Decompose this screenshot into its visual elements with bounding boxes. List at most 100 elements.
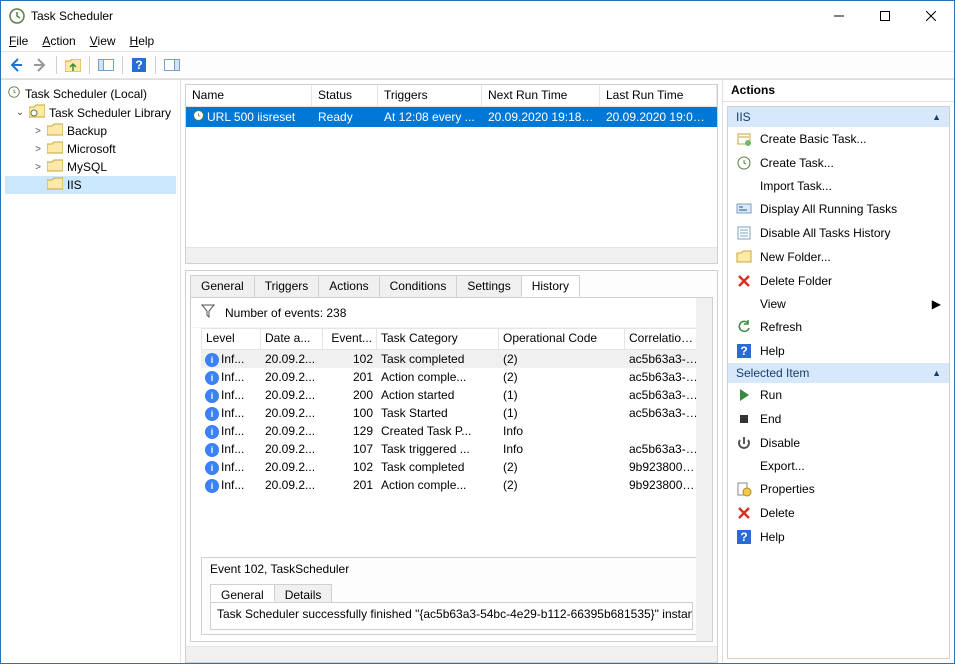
action-create-basic-task[interactable]: Create Basic Task... (728, 127, 949, 151)
vertical-scrollbar[interactable] (696, 298, 712, 641)
navigation-tree[interactable]: Task Scheduler (Local) ⌄ Task Scheduler … (1, 80, 181, 663)
tree-item-iis[interactable]: IIS (5, 176, 176, 194)
hcol-opcode[interactable]: Operational Code (499, 328, 625, 350)
history-row[interactable]: iInf... 20.09.2... 200 Action started (1… (201, 386, 702, 404)
action-label: Create Basic Task... (760, 132, 867, 146)
chevron-up-icon[interactable]: ▲ (932, 368, 941, 378)
menu-view[interactable]: View (90, 34, 116, 48)
show-hide-console-tree-button[interactable] (95, 54, 117, 76)
menu-help[interactable]: Help (130, 34, 155, 48)
help-button[interactable]: ? (128, 54, 150, 76)
menu-file[interactable]: File (9, 34, 28, 48)
hcol-event[interactable]: Event... (323, 328, 377, 350)
close-button[interactable] (908, 1, 954, 31)
col-status[interactable]: Status (312, 85, 378, 106)
filter-icon[interactable] (201, 304, 215, 321)
svg-text:?: ? (135, 58, 142, 72)
chevron-down-icon[interactable]: ⌄ (15, 107, 25, 118)
tab-triggers[interactable]: Triggers (254, 275, 320, 297)
tab-general[interactable]: General (190, 275, 255, 297)
task-row[interactable]: URL 500 iisreset Ready At 12:08 every ..… (186, 107, 717, 127)
event-tab-general[interactable]: General (210, 584, 275, 602)
tab-history[interactable]: History (521, 275, 580, 297)
action-label: Export... (760, 459, 805, 473)
menu-action[interactable]: Action (42, 34, 75, 48)
hcol-corr[interactable]: Correlation Id (625, 328, 702, 350)
action-disable-all-tasks-history[interactable]: Disable All Tasks History (728, 221, 949, 245)
history-row[interactable]: iInf... 20.09.2... 129 Created Task P...… (201, 422, 702, 440)
col-name[interactable]: Name (186, 85, 312, 106)
action-delete[interactable]: Delete (728, 501, 949, 525)
tree-item-microsoft[interactable]: > Microsoft (5, 140, 176, 158)
task-list[interactable]: Name Status Triggers Next Run Time Last … (185, 84, 718, 264)
action-delete-folder[interactable]: Delete Folder (728, 269, 949, 293)
action-import-task[interactable]: Import Task... (728, 175, 949, 197)
folder-icon (47, 141, 63, 157)
chevron-right-icon[interactable]: > (33, 126, 43, 137)
history-row[interactable]: iInf... 20.09.2... 100 Task Started (1) … (201, 404, 702, 422)
tab-actions[interactable]: Actions (318, 275, 379, 297)
event-tab-details[interactable]: Details (274, 584, 333, 602)
hcol-level[interactable]: Level (201, 328, 261, 350)
tree-item-backup[interactable]: > Backup (5, 122, 176, 140)
info-icon: i (205, 389, 219, 403)
history-row[interactable]: iInf... 20.09.2... 107 Task triggered ..… (201, 440, 702, 458)
tab-settings[interactable]: Settings (456, 275, 521, 297)
history-row[interactable]: iInf... 20.09.2... 102 Task completed (2… (201, 458, 702, 476)
tab-conditions[interactable]: Conditions (379, 275, 458, 297)
tree-item-mysql[interactable]: > MySQL (5, 158, 176, 176)
events-count: Number of events: 238 (225, 306, 346, 320)
action-icon (736, 505, 752, 521)
chevron-right-icon[interactable]: > (33, 144, 43, 155)
history-row[interactable]: iInf... 20.09.2... 102 Task completed (2… (201, 350, 702, 368)
actions-title: Actions (723, 80, 954, 102)
chevron-up-icon[interactable]: ▲ (932, 112, 941, 122)
horizontal-scrollbar[interactable] (186, 247, 717, 263)
action-help[interactable]: ? Help (728, 525, 949, 549)
maximize-button[interactable] (862, 1, 908, 31)
history-grid[interactable]: Level Date a... Event... Task Category O… (201, 328, 702, 551)
action-new-folder[interactable]: New Folder... (728, 245, 949, 269)
col-last[interactable]: Last Run Time (600, 85, 717, 106)
chevron-right-icon[interactable]: > (33, 162, 43, 173)
action-icon (736, 411, 752, 427)
folder-icon (47, 123, 63, 139)
tree-root-label: Task Scheduler (Local) (25, 87, 147, 101)
svg-text:?: ? (740, 344, 747, 358)
back-button[interactable] (5, 54, 27, 76)
forward-button[interactable] (29, 54, 51, 76)
action-disable[interactable]: Disable (728, 431, 949, 455)
action-help[interactable]: ? Help (728, 339, 949, 363)
tree-library[interactable]: ⌄ Task Scheduler Library (5, 103, 176, 122)
action-display-all-running-tasks[interactable]: Display All Running Tasks (728, 197, 949, 221)
detail-horizontal-scrollbar[interactable] (186, 646, 717, 662)
info-icon: i (205, 371, 219, 385)
action-run[interactable]: Run (728, 383, 949, 407)
actions-group-context[interactable]: IIS ▲ (728, 107, 949, 127)
show-hide-action-pane-button[interactable] (161, 54, 183, 76)
folder-icon (47, 177, 63, 193)
action-label: Properties (760, 482, 815, 496)
actions-group-context-label: IIS (736, 110, 751, 124)
col-triggers[interactable]: Triggers (378, 85, 482, 106)
history-row[interactable]: iInf... 20.09.2... 201 Action comple... … (201, 368, 702, 386)
action-refresh[interactable]: Refresh (728, 315, 949, 339)
action-label: New Folder... (760, 250, 831, 264)
tree-root[interactable]: Task Scheduler (Local) (5, 84, 176, 103)
actions-group-selected-label: Selected Item (736, 366, 809, 380)
minimize-button[interactable] (816, 1, 862, 31)
action-export[interactable]: Export... (728, 455, 949, 477)
hcol-category[interactable]: Task Category (377, 328, 499, 350)
window-title: Task Scheduler (31, 9, 816, 23)
action-properties[interactable]: Properties (728, 477, 949, 501)
action-end[interactable]: End (728, 407, 949, 431)
action-view[interactable]: View▶ (728, 293, 949, 315)
action-icon (736, 435, 752, 451)
action-create-task[interactable]: Create Task... (728, 151, 949, 175)
action-icon (736, 131, 752, 147)
col-next[interactable]: Next Run Time (482, 85, 600, 106)
history-row[interactable]: iInf... 20.09.2... 201 Action comple... … (201, 476, 702, 494)
actions-group-selected[interactable]: Selected Item ▲ (728, 363, 949, 383)
up-button[interactable] (62, 54, 84, 76)
hcol-date[interactable]: Date a... (261, 328, 323, 350)
